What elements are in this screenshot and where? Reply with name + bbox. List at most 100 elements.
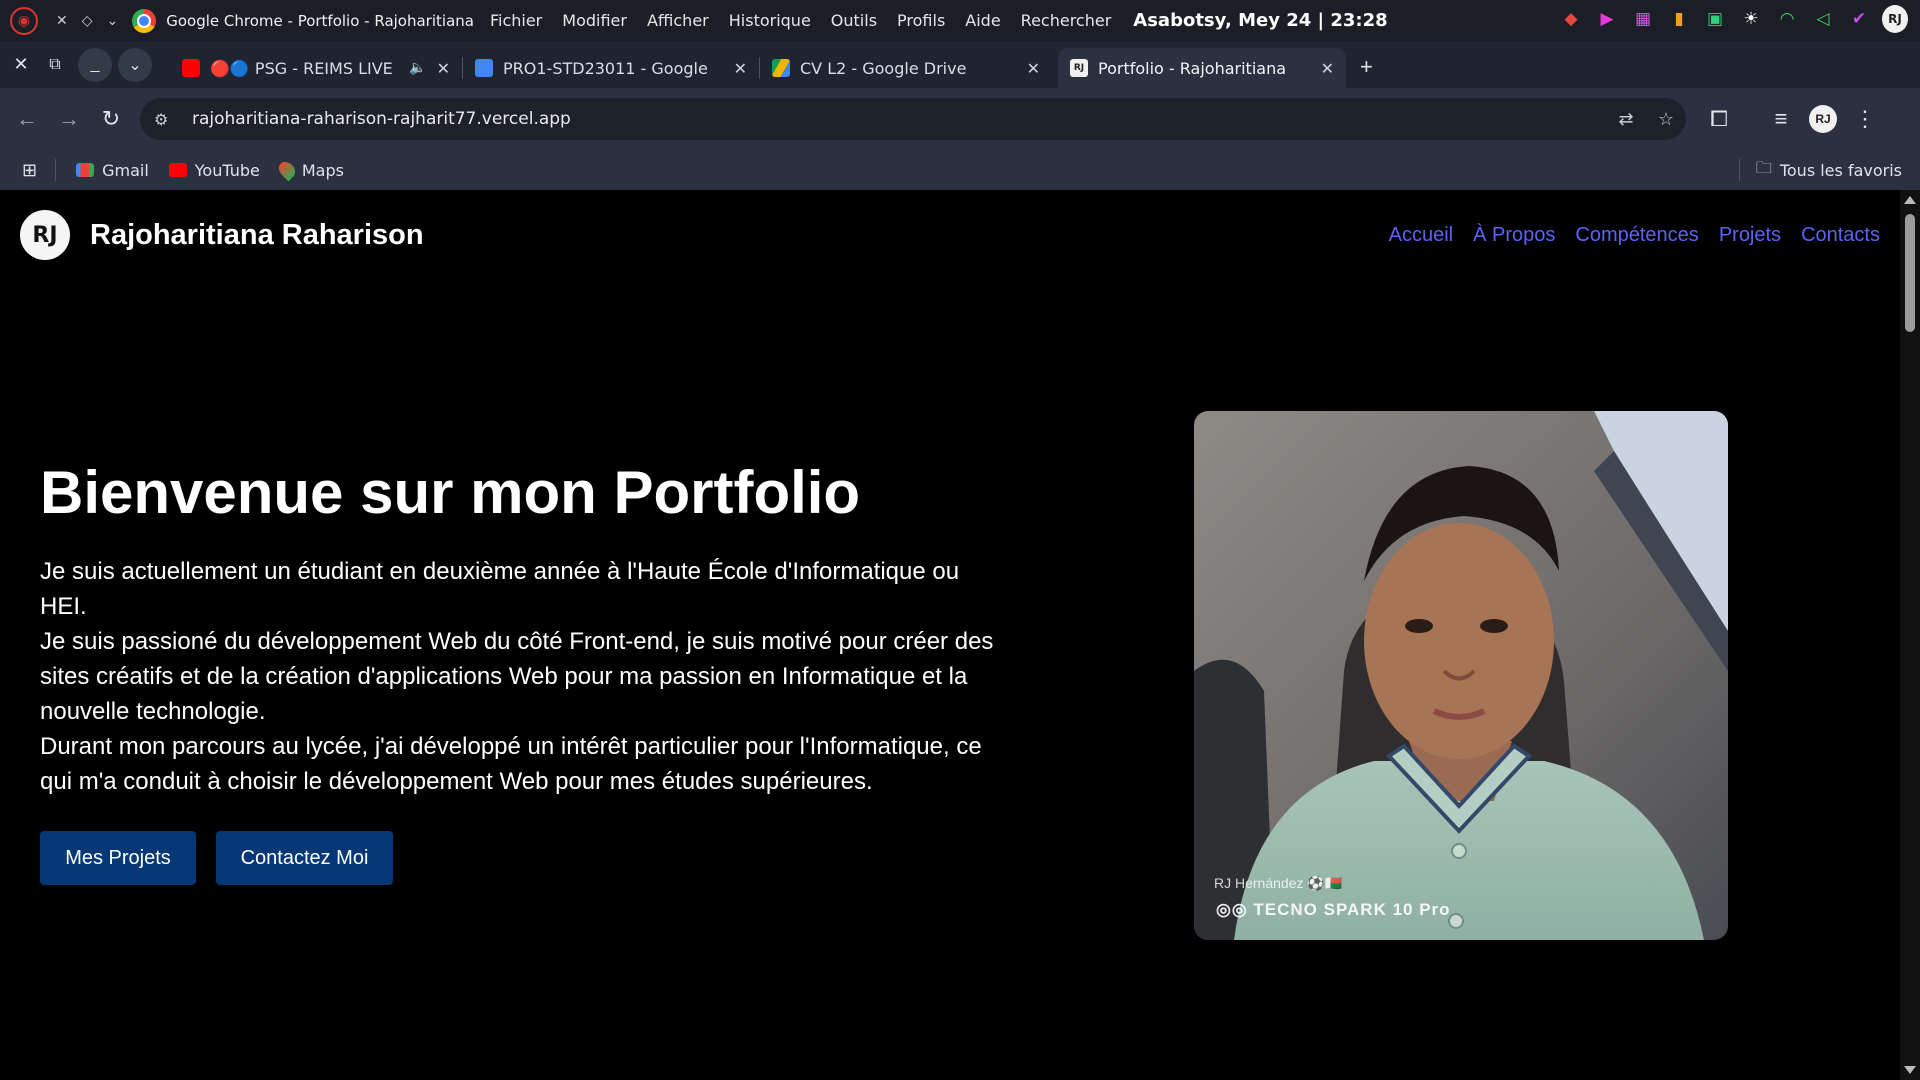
play-icon[interactable]: ▶ [1594,6,1620,32]
hero-paragraph: Je suis passioné du développement Web du… [40,628,994,725]
brightness-icon[interactable]: ☀ [1738,6,1764,32]
apps-grid-icon[interactable]: ⊞ [22,160,37,181]
site-logo[interactable]: RJ [20,210,70,260]
tab-google-doc[interactable]: PRO1-STD23011 - Google Doc ✕ [463,48,759,88]
os-logo-icon[interactable]: ◉ [10,6,38,35]
all-bookmarks-label: Tous les favoris [1779,160,1902,180]
tab-search-icon[interactable]: ⌄ [118,47,152,82]
close-tab-icon[interactable]: ✕ [724,59,747,78]
hero-title: Bienvenue sur mon Portfolio [40,459,861,526]
battery-icon[interactable]: ▮ [1666,6,1692,32]
profile-photo: RJ Hernández ⚽🇲🇬 ◎◎ TECNO SPARK 10 Pro [1194,411,1728,940]
bookmark-maps[interactable]: Maps [275,158,344,182]
site-info-icon[interactable]: ⚙ [154,110,184,129]
translate-icon[interactable]: ⇄ [1606,109,1646,130]
docs-icon [475,59,493,77]
back-icon[interactable]: ← [6,98,48,140]
page-scrollbar[interactable] [1900,190,1920,1080]
clock[interactable]: Asabotsy, Mey 24 | 23:28 [1133,10,1387,31]
volume-icon[interactable]: ◁ [1810,6,1836,32]
menu-outils[interactable]: Outils [831,11,877,30]
system-tray: ◆ ▶ ▦ ▮ ▣ ☀ ◠ ◁ ✔ RJ [1558,5,1908,33]
kebab-menu-icon[interactable]: ⋮ [1844,98,1886,140]
minimize-icon[interactable]: _ [78,47,112,82]
tab-psg-live[interactable]: 🔴🔵 PSG - REIMS LIVE / 🔈 ✕ [170,48,462,88]
avatar-initials: RJ [1809,105,1837,133]
bookmark-label: YouTube [194,160,260,180]
hero-paragraph: Durant mon parcours au lycée, j'ai dével… [40,733,982,795]
calendar-icon[interactable]: ▦ [1630,6,1656,32]
all-bookmarks[interactable]: 🗀 Tous les favoris [1721,150,1902,190]
tab-label: CV L2 - Google Drive [800,58,967,78]
bookmark-separator [55,159,57,181]
menu-rechercher[interactable]: Rechercher [1021,11,1112,30]
menu-afficher[interactable]: Afficher [647,11,709,30]
close-tab-icon[interactable]: ✕ [1017,59,1040,78]
close-window-icon[interactable]: ✕ [4,48,38,82]
nav-competences[interactable]: Compétences [1575,224,1698,247]
youtube-icon [182,59,200,77]
new-tab-icon[interactable]: + [1360,54,1373,80]
close-tab-icon[interactable]: ✕ [427,59,450,78]
scroll-up-icon[interactable] [1904,196,1916,204]
close-icon[interactable]: ✕ [56,13,68,29]
bookmark-gmail[interactable]: Gmail [76,161,149,180]
wifi-icon[interactable]: ◠ [1774,6,1800,32]
bookmark-star-icon[interactable]: ☆ [1646,109,1686,130]
bookmark-youtube[interactable]: YouTube [168,160,260,180]
contact-me-button[interactable]: Contactez Moi [216,831,393,885]
drive-icon [772,59,790,77]
restore-window-icon[interactable]: ⧉ [38,48,72,82]
site-favicon: RJ [1070,59,1088,77]
audio-icon[interactable]: 🔈 [409,60,426,76]
photo-camera-watermark: ◎◎ TECNO SPARK 10 Pro [1216,900,1451,919]
nav-contacts[interactable]: Contacts [1801,224,1880,247]
page-viewport: RJ Rajoharitiana Raharison Accueil À Pro… [0,190,1920,1080]
nav-projets[interactable]: Projets [1719,224,1781,247]
bookmarks-bar: ⊞ Gmail YouTube Maps 🗀 Tous les favoris [0,150,1920,190]
tab-google-drive[interactable]: CV L2 - Google Drive ✕ [760,48,1052,88]
tab-label: 🔴🔵 PSG - REIMS LIVE / [210,58,398,78]
nav-accueil[interactable]: Accueil [1389,224,1453,247]
scrollbar-thumb[interactable] [1905,214,1915,332]
media-controls-icon[interactable]: ≡ [1760,98,1802,140]
menu-historique[interactable]: Historique [729,11,811,30]
youtube-icon [168,163,187,177]
office-icon[interactable]: ◆ [1558,6,1584,32]
my-projects-button[interactable]: Mes Projets [40,831,196,885]
maps-icon [275,158,299,182]
app-menu: Fichier Modifier Afficher Historique Out… [490,11,1111,30]
vpn-icon[interactable]: ✔ [1846,6,1872,32]
menu-profils[interactable]: Profils [897,11,945,30]
hero-description: Je suis actuellement un étudiant en deux… [40,554,1010,799]
extensions-icon[interactable]: ⧠ [1698,98,1740,140]
menu-aide[interactable]: Aide [965,11,1000,30]
profile-avatar[interactable]: RJ [1802,98,1844,140]
tab-strip: ✕ ⧉ _ ⌄ 🔴🔵 PSG - REIMS LIVE / 🔈 ✕ PRO1-S… [0,41,1920,88]
window-title: Google Chrome - Portfolio - Rajoharitian… [166,11,474,30]
nav-a-propos[interactable]: À Propos [1473,224,1555,247]
avatar[interactable]: RJ [1882,5,1908,33]
gmail-icon [76,163,95,177]
address-bar[interactable]: ⚙ rajoharitiana-raharison-rajharit77.ver… [140,98,1686,140]
scroll-down-icon[interactable] [1904,1066,1916,1074]
site-brand-name[interactable]: Rajoharitiana Raharison [90,219,424,252]
bookmark-separator [1738,159,1740,181]
chrome-icon [132,8,157,33]
profile-photo-illustration [1194,411,1728,940]
maximize-icon[interactable]: ◇ [82,13,93,29]
forward-icon[interactable]: → [48,98,90,140]
chevron-down-icon[interactable]: ⌄ [107,13,119,29]
screen-record-icon[interactable]: ▣ [1702,6,1728,32]
folder-icon: 🗀 [1755,157,1772,177]
hero-paragraph: Je suis actuellement un étudiant en deux… [40,558,960,620]
url-text[interactable]: rajoharitiana-raharison-rajharit77.verce… [192,109,1606,129]
site-nav: Accueil À Propos Compétences Projets Con… [1389,190,1880,280]
close-tab-icon[interactable]: ✕ [1311,59,1334,78]
os-top-bar: ◉ ✕ ◇ ⌄ Google Chrome - Portfolio - Rajo… [0,0,1920,41]
tab-portfolio[interactable]: RJ Portfolio - Rajoharitiana ✕ [1058,48,1346,88]
menu-fichier[interactable]: Fichier [490,11,542,30]
menu-modifier[interactable]: Modifier [562,11,627,30]
reload-icon[interactable]: ↻ [90,98,132,140]
site-header: RJ Rajoharitiana Raharison Accueil À Pro… [0,190,1900,280]
